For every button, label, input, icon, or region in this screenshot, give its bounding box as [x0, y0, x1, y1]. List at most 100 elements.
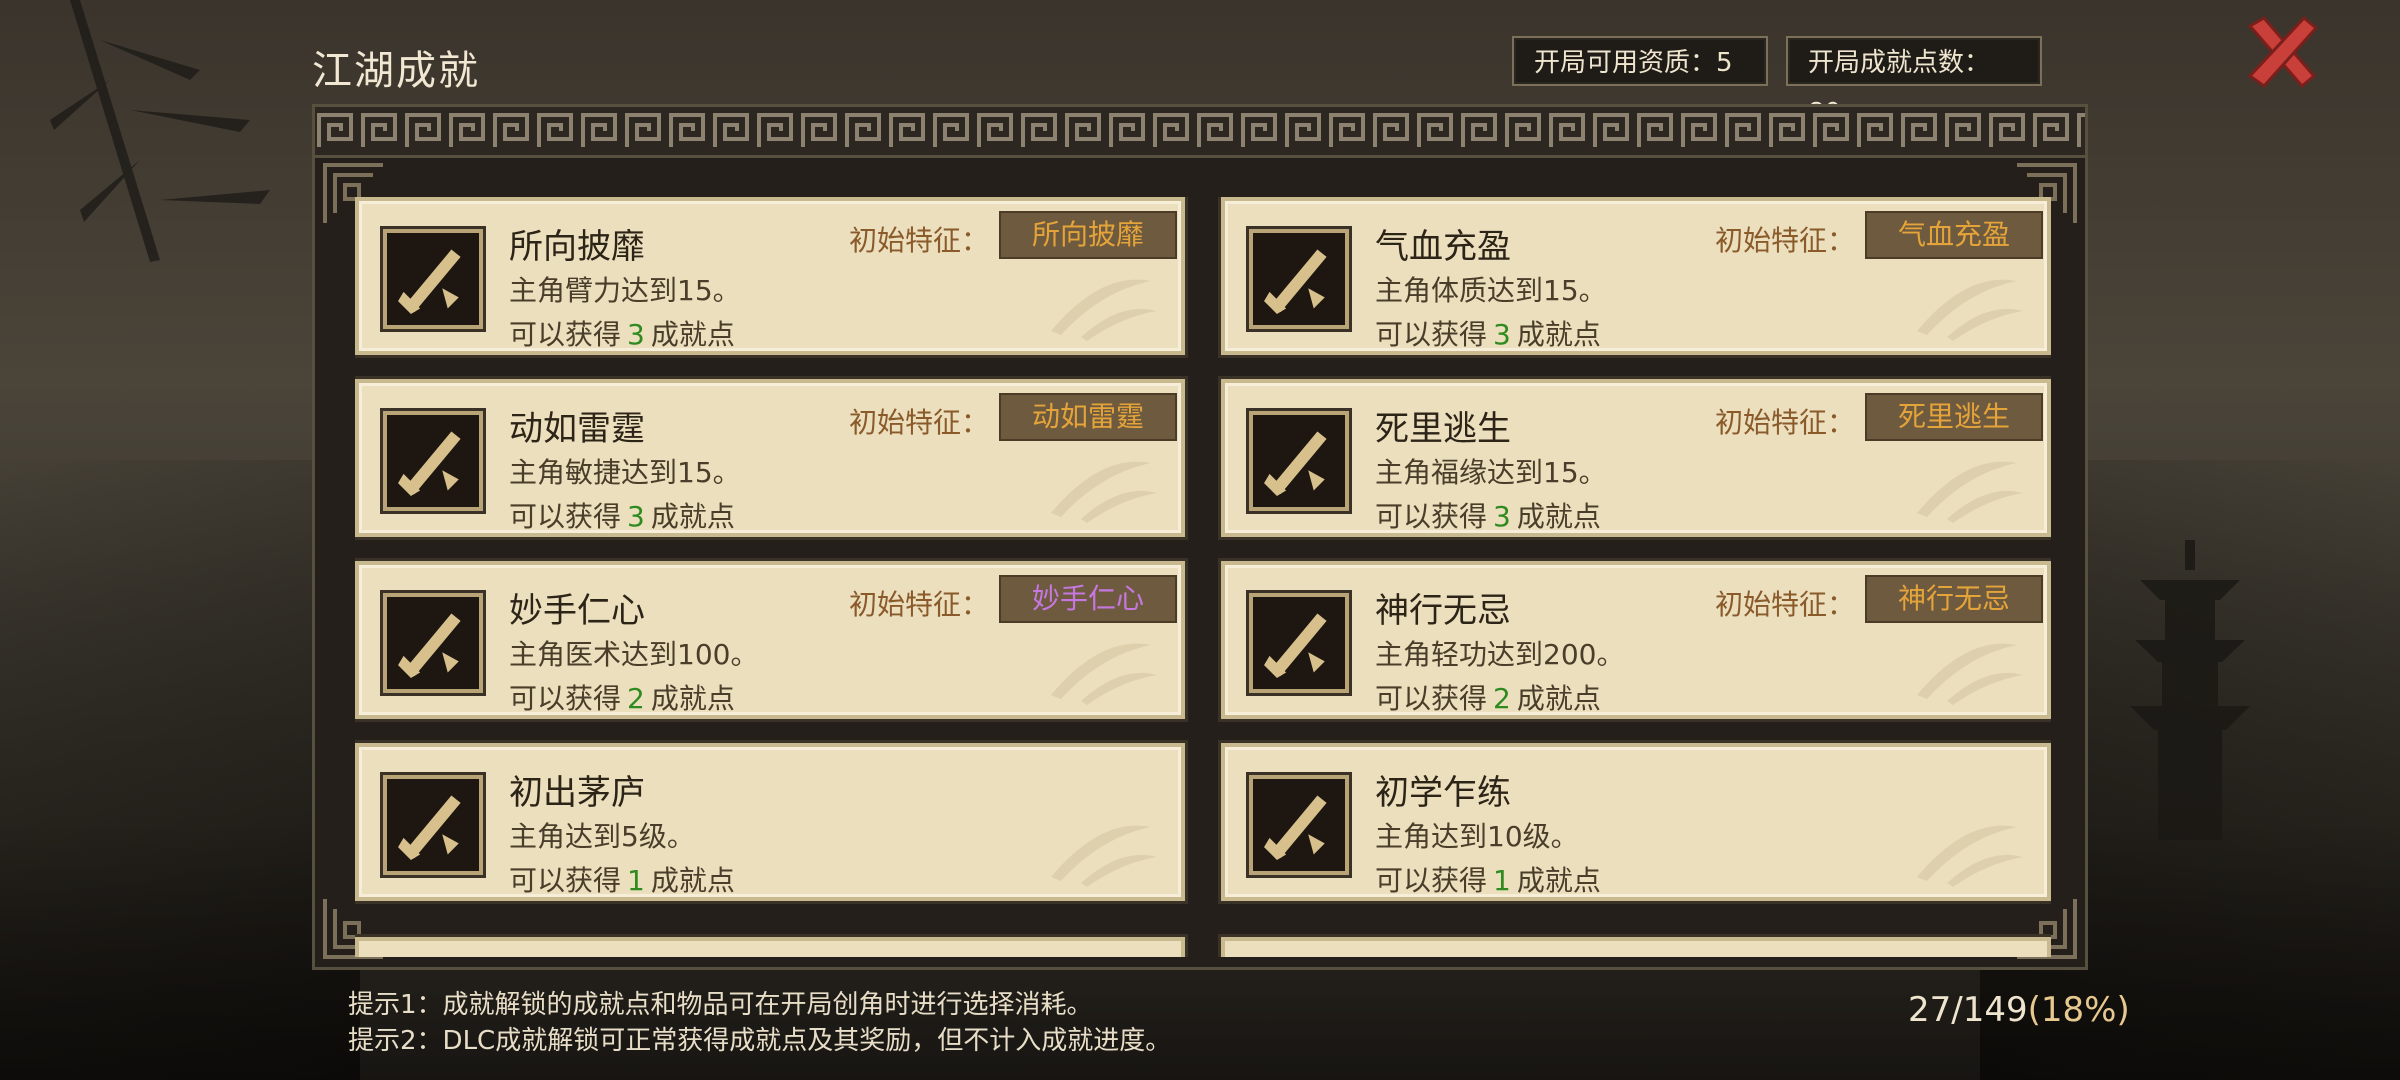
achievement-name: 妙手仁心	[509, 591, 645, 631]
achievement-name: 所向披靡	[509, 227, 645, 267]
stat-label: 开局可用资质：	[1534, 48, 1717, 78]
reward-suffix: 成就点	[650, 682, 735, 715]
achievement-name: 动如雷霆	[509, 409, 645, 449]
bamboo-leaf-watermark	[1917, 825, 2023, 887]
stat-value: 5	[1716, 48, 1733, 78]
reward-suffix: 成就点	[1516, 318, 1601, 351]
trait-label: 初始特征：	[849, 224, 990, 257]
trait-label: 初始特征：	[1715, 588, 1856, 621]
reward-points: 3	[1493, 318, 1511, 351]
stat-label: 开局成就点数：	[1808, 48, 1991, 78]
achievement-card[interactable]: 神行无忌 主角轻功达到200。 可以获得 2 成就点 初始特征： 神行无忌	[1221, 561, 2051, 719]
achievement-description: 主角体质达到15。	[1375, 274, 1607, 307]
reward-points: 3	[627, 318, 645, 351]
sword-icon	[1249, 593, 1349, 693]
achievement-card[interactable]: 初出茅庐 主角达到5级。 可以获得 1 成就点	[355, 743, 1185, 901]
achievement-card-partial[interactable]	[355, 937, 1185, 957]
achievement-description: 主角达到5级。	[509, 820, 695, 853]
bamboo-leaf-watermark	[1917, 461, 2023, 523]
achievement-list[interactable]: 所向披靡 主角臂力达到15。 可以获得 3 成就点 初始特征： 所向披靡 气血充盈 …	[355, 197, 2051, 957]
achievement-name: 初学乍练	[1375, 773, 1511, 813]
achievement-panel: 所向披靡 主角臂力达到15。 可以获得 3 成就点 初始特征： 所向披靡 气血充盈 …	[312, 104, 2088, 970]
reward-points: 1	[1493, 864, 1511, 897]
reward-prefix: 可以获得	[509, 318, 622, 351]
trait-label: 初始特征：	[1715, 406, 1856, 439]
sword-icon	[1249, 775, 1349, 875]
progress-percent: (18%)	[2027, 990, 2130, 1030]
sword-icon	[383, 229, 483, 329]
achievement-reward: 可以获得 3 成就点	[509, 313, 735, 353]
close-x-icon[interactable]	[2242, 12, 2322, 92]
reward-suffix: 成就点	[1516, 500, 1601, 533]
page-title: 江湖成就	[312, 48, 480, 94]
achievement-card[interactable]: 气血充盈 主角体质达到15。 可以获得 3 成就点 初始特征： 气血充盈	[1221, 197, 2051, 355]
reward-points: 2	[627, 682, 645, 715]
hint-text-1: 提示1：成就解锁的成就点和物品可在开局创角时进行选择消耗。	[348, 990, 1093, 1020]
achievement-description: 主角敏捷达到15。	[509, 456, 741, 489]
bamboo-leaf-watermark	[1917, 643, 2023, 705]
hint-text-2: 提示2：DLC成就解锁可正常获得成就点及其奖励，但不计入成就进度。	[348, 1026, 1172, 1056]
achievement-description: 主角福缘达到15。	[1375, 456, 1607, 489]
achievement-description: 主角臂力达到15。	[509, 274, 741, 307]
bamboo-leaf-watermark	[1051, 461, 1157, 523]
achievement-name: 气血充盈	[1375, 227, 1511, 267]
reward-prefix: 可以获得	[509, 682, 622, 715]
achievement-reward: 可以获得 3 成就点	[1375, 495, 1601, 535]
achievement-name: 初出茅庐	[509, 773, 645, 813]
achievement-card-partial[interactable]	[1221, 937, 2051, 957]
achievement-card[interactable]: 动如雷霆 主角敏捷达到15。 可以获得 3 成就点 初始特征： 动如雷霆	[355, 379, 1185, 537]
achievement-reward: 可以获得 1 成就点	[1375, 859, 1601, 899]
reward-suffix: 成就点	[1516, 864, 1601, 897]
sword-icon	[1249, 229, 1349, 329]
achievement-reward: 可以获得 3 成就点	[1375, 313, 1601, 353]
starting-aptitude-stat: 开局可用资质：5	[1512, 36, 1768, 86]
reward-suffix: 成就点	[650, 500, 735, 533]
bamboo-leaf-watermark	[1051, 643, 1157, 705]
reward-suffix: 成就点	[650, 318, 735, 351]
bamboo-decoration	[50, 0, 270, 262]
trait-label: 初始特征：	[849, 588, 990, 621]
reward-prefix: 可以获得	[1375, 682, 1488, 715]
trait-badge[interactable]: 气血充盈	[1865, 211, 2043, 259]
achievement-reward: 可以获得 1 成就点	[509, 859, 735, 899]
sword-icon	[383, 411, 483, 511]
achievement-card[interactable]: 所向披靡 主角臂力达到15。 可以获得 3 成就点 初始特征： 所向披靡	[355, 197, 1185, 355]
reward-prefix: 可以获得	[1375, 500, 1488, 533]
achievement-reward: 可以获得 3 成就点	[509, 495, 735, 535]
reward-points: 3	[627, 500, 645, 533]
starting-achievement-points-stat: 开局成就点数：80	[1786, 36, 2042, 128]
reward-suffix: 成就点	[650, 864, 735, 897]
trait-badge[interactable]: 动如雷霆	[999, 393, 1177, 441]
trait-label: 初始特征：	[849, 406, 990, 439]
progress-count: 27/149	[1908, 990, 2028, 1030]
bamboo-leaf-watermark	[1051, 279, 1157, 341]
achievement-card[interactable]: 妙手仁心 主角医术达到100。 可以获得 2 成就点 初始特征： 妙手仁心	[355, 561, 1185, 719]
reward-prefix: 可以获得	[1375, 864, 1488, 897]
sword-icon	[1249, 411, 1349, 511]
reward-prefix: 可以获得	[1375, 318, 1488, 351]
reward-points: 2	[1493, 682, 1511, 715]
achievement-reward: 可以获得 2 成就点	[509, 677, 735, 717]
bamboo-leaf-watermark	[1917, 279, 2023, 341]
reward-suffix: 成就点	[1516, 682, 1601, 715]
meander-border	[315, 107, 2085, 158]
achievement-card[interactable]: 初学乍练 主角达到10级。 可以获得 1 成就点	[1221, 743, 2051, 901]
reward-prefix: 可以获得	[509, 500, 622, 533]
achievement-reward: 可以获得 2 成就点	[1375, 677, 1601, 717]
reward-points: 1	[627, 864, 645, 897]
trait-badge[interactable]: 妙手仁心	[999, 575, 1177, 623]
reward-prefix: 可以获得	[509, 864, 622, 897]
achievement-progress: 27/149(18%)	[1908, 990, 2130, 1030]
achievement-description: 主角医术达到100。	[509, 638, 759, 671]
sword-icon	[383, 775, 483, 875]
reward-points: 3	[1493, 500, 1511, 533]
trait-badge[interactable]: 神行无忌	[1865, 575, 2043, 623]
achievement-name: 死里逃生	[1375, 409, 1511, 449]
pagoda-silhouette	[2130, 540, 2250, 840]
trait-badge[interactable]: 所向披靡	[999, 211, 1177, 259]
trait-label: 初始特征：	[1715, 224, 1856, 257]
trait-badge[interactable]: 死里逃生	[1865, 393, 2043, 441]
achievement-card[interactable]: 死里逃生 主角福缘达到15。 可以获得 3 成就点 初始特征： 死里逃生	[1221, 379, 2051, 537]
achievement-description: 主角达到10级。	[1375, 820, 1579, 853]
achievement-description: 主角轻功达到200。	[1375, 638, 1625, 671]
